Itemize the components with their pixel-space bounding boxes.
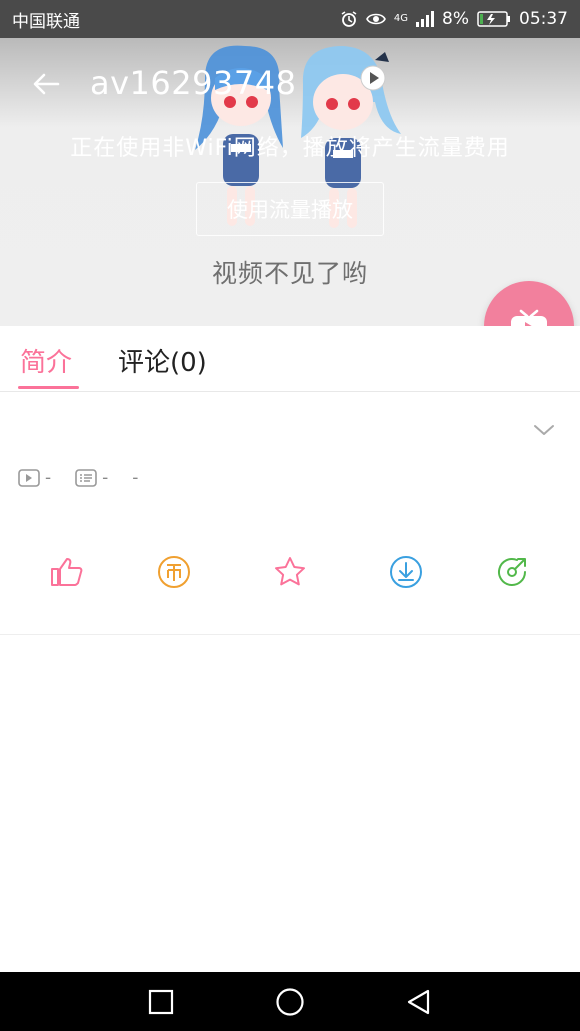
- back-button[interactable]: [28, 66, 64, 102]
- carrier-name: 中国联通: [12, 11, 80, 32]
- download-icon: [390, 556, 422, 588]
- tab-intro[interactable]: 简介: [20, 342, 72, 379]
- tab-comments[interactable]: 评论(0): [118, 342, 207, 379]
- danmaku-count: -: [75, 468, 108, 488]
- video-player[interactable]: av16293748 正在使用非WiFi网络，播放将产生流量费用 使用流量播放 …: [0, 38, 580, 326]
- recents-button[interactable]: [145, 986, 177, 1018]
- play-with-data-button[interactable]: 使用流量播放: [196, 182, 384, 236]
- section-divider: [0, 634, 580, 635]
- coin-icon: [158, 556, 190, 588]
- publish-date-value: -: [132, 468, 139, 488]
- play-count-icon: [18, 469, 40, 487]
- danmaku-count-value: -: [102, 468, 109, 488]
- status-bar: 中国联通 4G 8% 05:37: [0, 0, 580, 38]
- system-nav-bar: [0, 972, 580, 1031]
- video-missing-message: 视频不见了哟: [211, 259, 368, 288]
- network-type: 4G: [393, 13, 409, 24]
- play-count-value: -: [45, 468, 52, 488]
- coin-button[interactable]: [150, 548, 198, 596]
- battery-charging-icon: [477, 11, 511, 27]
- tab-bar: 简介 评论(0): [0, 326, 580, 392]
- home-button[interactable]: [274, 986, 306, 1018]
- circle-icon: [276, 988, 304, 1016]
- share-button[interactable]: [488, 548, 536, 596]
- video-stats: - - -: [18, 468, 162, 488]
- triangle-back-icon: [407, 989, 430, 1015]
- clock: 05:37: [519, 9, 568, 29]
- expand-description-button[interactable]: [528, 418, 560, 442]
- signal-icon: [416, 11, 435, 27]
- battery-percent: 8%: [442, 9, 469, 29]
- publish-date: -: [132, 468, 138, 488]
- alarm-icon: [340, 10, 358, 28]
- share-icon: [498, 558, 526, 586]
- active-tab-indicator: [18, 386, 79, 389]
- play-count: -: [18, 468, 51, 488]
- video-title: av16293748: [90, 64, 297, 102]
- favorite-button[interactable]: [266, 548, 314, 596]
- action-row: [0, 548, 580, 596]
- square-icon: [148, 989, 174, 1015]
- system-back-button[interactable]: [402, 986, 434, 1018]
- eye-icon: [365, 12, 386, 26]
- danmaku-icon: [75, 469, 97, 487]
- data-usage-notice: 正在使用非WiFi网络，播放将产生流量费用: [70, 136, 510, 161]
- star-icon: [275, 557, 305, 586]
- download-button[interactable]: [382, 548, 430, 596]
- arrow-left-icon: [33, 73, 60, 95]
- like-button[interactable]: [43, 548, 91, 596]
- chevron-down-icon: [534, 425, 554, 435]
- like-icon: [51, 558, 83, 586]
